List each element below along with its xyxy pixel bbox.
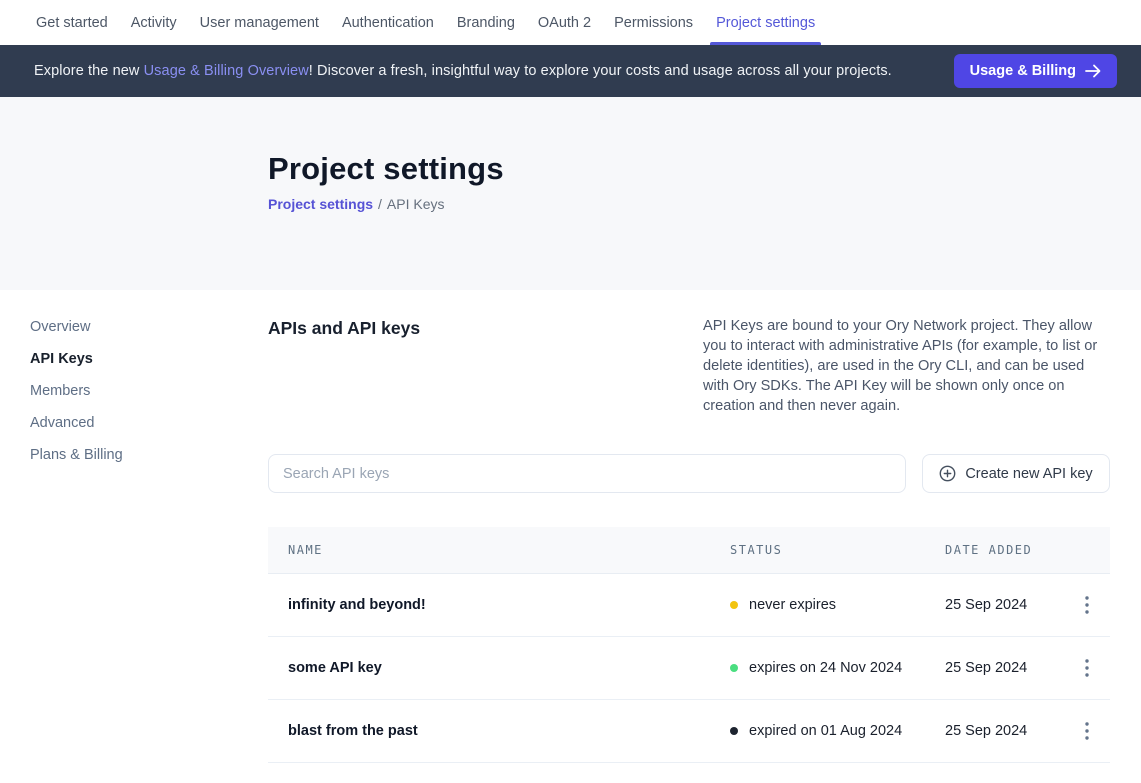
nav-get-started[interactable]: Get started <box>34 0 110 45</box>
api-key-name: blast from the past <box>288 723 730 739</box>
breadcrumb-project-settings-link[interactable]: Project settings <box>268 196 373 212</box>
api-key-date-added: 25 Sep 2024 <box>945 597 1063 613</box>
row-actions-menu-icon[interactable] <box>1074 718 1100 744</box>
status-dot <box>730 601 738 609</box>
api-key-date-added: 25 Sep 2024 <box>945 723 1063 739</box>
status-text: never expires <box>749 597 836 613</box>
status-text: expired on 01 Aug 2024 <box>749 723 902 739</box>
content-area: Overview API Keys Members Advanced Plans… <box>0 290 1141 763</box>
column-header-status: STATUS <box>730 543 945 557</box>
table-row: blast from the past expired on 01 Aug 20… <box>268 700 1110 763</box>
api-key-name: infinity and beyond! <box>288 597 730 613</box>
sidebar-item-advanced[interactable]: Advanced <box>30 412 268 444</box>
plus-circle-icon <box>939 465 956 482</box>
api-keys-panel: APIs and API keys API Keys are bound to … <box>268 290 1110 763</box>
top-navigation: Get started Activity User management Aut… <box>0 0 1141 45</box>
row-actions-menu-icon[interactable] <box>1074 655 1100 681</box>
breadcrumb-separator: / <box>378 196 382 212</box>
nav-project-settings[interactable]: Project settings <box>714 0 817 45</box>
arrow-right-icon <box>1085 64 1101 78</box>
nav-activity[interactable]: Activity <box>129 0 179 45</box>
nav-permissions[interactable]: Permissions <box>612 0 695 45</box>
api-key-status: expired on 01 Aug 2024 <box>730 723 945 739</box>
api-key-name: some API key <box>288 660 730 676</box>
create-api-key-button[interactable]: Create new API key <box>922 454 1110 493</box>
usage-billing-banner: Explore the new Usage & Billing Overview… <box>0 45 1141 97</box>
search-input[interactable] <box>268 454 906 493</box>
table-controls: Create new API key <box>268 454 1110 493</box>
section-description: API Keys are bound to your Ory Network p… <box>703 316 1110 416</box>
table-row: infinity and beyond! never expires 25 Se… <box>268 574 1110 637</box>
usage-billing-button-label: Usage & Billing <box>970 63 1076 79</box>
section-title: APIs and API keys <box>268 316 420 339</box>
usage-billing-button[interactable]: Usage & Billing <box>954 54 1117 88</box>
section-intro: APIs and API keys API Keys are bound to … <box>268 316 1110 416</box>
usage-billing-overview-link[interactable]: Usage & Billing Overview <box>144 63 309 79</box>
api-key-status: never expires <box>730 597 945 613</box>
api-key-date-added: 25 Sep 2024 <box>945 660 1063 676</box>
api-key-status: expires on 24 Nov 2024 <box>730 660 945 676</box>
column-header-date-added: DATE ADDED <box>945 543 1063 557</box>
page-header: Project settings Project settings / API Ke… <box>0 97 1141 290</box>
breadcrumb-current: API Keys <box>387 196 445 212</box>
nav-user-management[interactable]: User management <box>198 0 321 45</box>
status-dot <box>730 664 738 672</box>
banner-text-after: ! Discover a fresh, insightful way to ex… <box>309 63 892 79</box>
sidebar-item-plans-billing[interactable]: Plans & Billing <box>30 444 268 476</box>
sidebar-item-overview[interactable]: Overview <box>30 316 268 348</box>
banner-message: Explore the new Usage & Billing Overview… <box>34 63 892 79</box>
banner-text-before: Explore the new <box>34 63 144 79</box>
api-keys-table: NAME STATUS DATE ADDED infinity and beyo… <box>268 527 1110 763</box>
column-header-name: NAME <box>288 543 730 557</box>
create-api-key-label: Create new API key <box>965 466 1092 482</box>
sidebar-item-api-keys[interactable]: API Keys <box>30 348 268 380</box>
status-text: expires on 24 Nov 2024 <box>749 660 902 676</box>
row-actions-menu-icon[interactable] <box>1074 592 1100 618</box>
page-title: Project settings <box>268 149 1141 189</box>
table-header-row: NAME STATUS DATE ADDED <box>268 527 1110 574</box>
sidebar-item-members[interactable]: Members <box>30 380 268 412</box>
settings-sidebar: Overview API Keys Members Advanced Plans… <box>0 290 268 476</box>
nav-oauth2[interactable]: OAuth 2 <box>536 0 593 45</box>
nav-authentication[interactable]: Authentication <box>340 0 436 45</box>
breadcrumb: Project settings / API Keys <box>268 196 1141 212</box>
nav-branding[interactable]: Branding <box>455 0 517 45</box>
table-row: some API key expires on 24 Nov 2024 25 S… <box>268 637 1110 700</box>
status-dot <box>730 727 738 735</box>
